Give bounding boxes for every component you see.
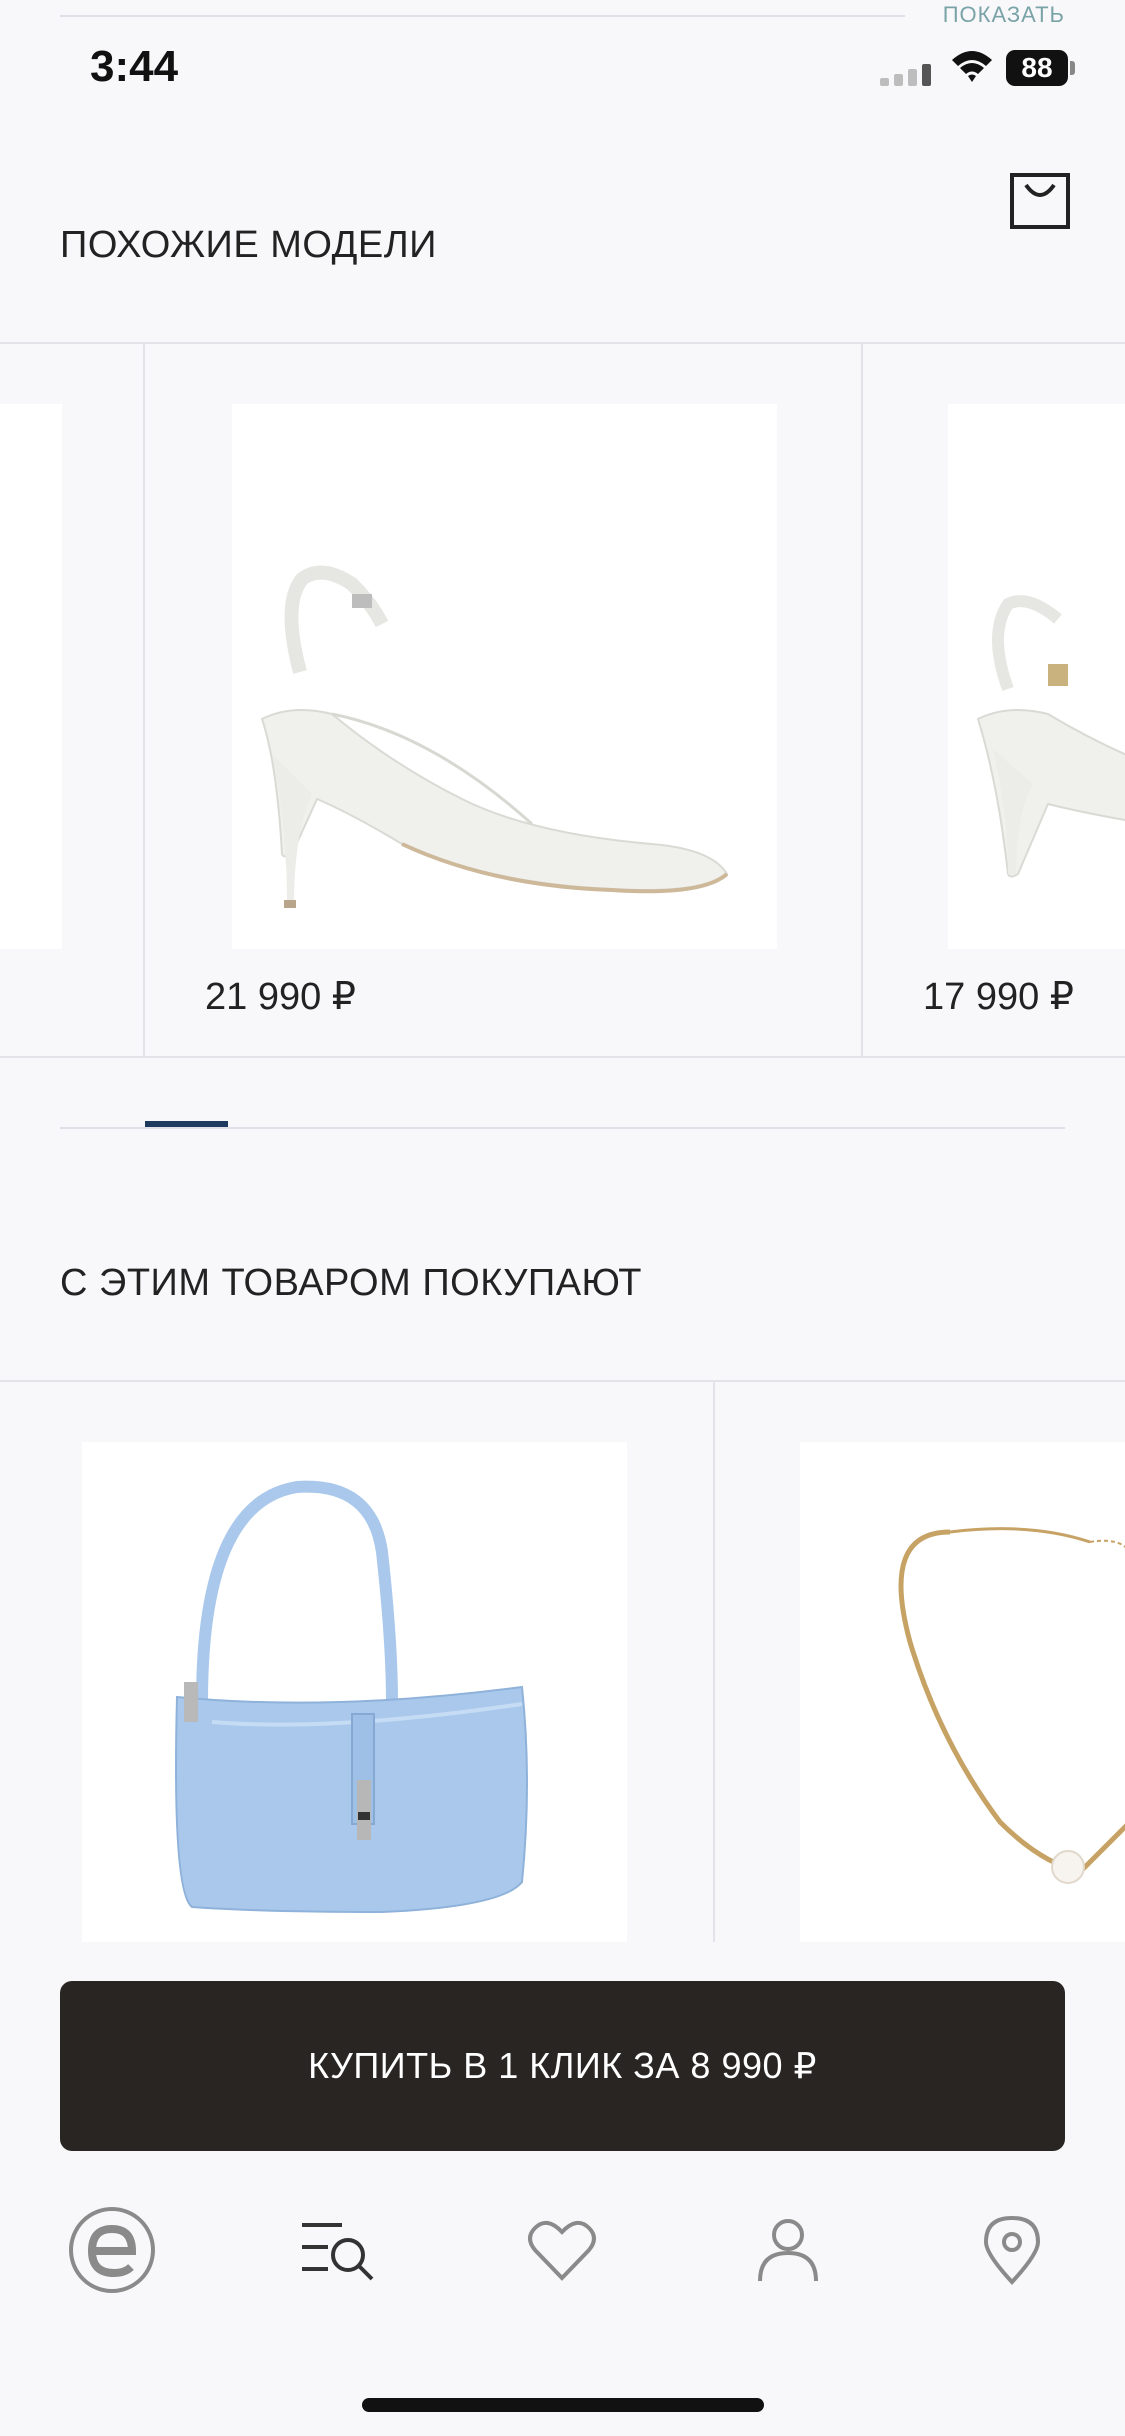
slingback-pump-image — [976, 595, 1125, 878]
carousel-scrollbar-track — [60, 1127, 1065, 1129]
carousel-scrollbar-thumb[interactable] — [145, 1121, 228, 1127]
product-price: 17 990 ₽ — [923, 976, 1074, 1018]
product-image — [0, 404, 62, 949]
product-card[interactable]: 21 990 ₽ — [143, 344, 861, 1058]
brand-logo-icon — [69, 2207, 155, 2293]
product-card[interactable] — [715, 1382, 1125, 1942]
cellular-signal-icon — [880, 64, 931, 86]
bought-with-carousel[interactable] — [0, 1380, 1125, 1942]
wifi-icon — [952, 51, 992, 82]
tab-stores[interactable] — [962, 2200, 1062, 2300]
battery-indicator: 88 — [1006, 50, 1076, 86]
product-card[interactable] — [0, 344, 145, 1058]
product-image — [232, 404, 777, 949]
status-time: 3:44 — [90, 42, 179, 91]
product-card[interactable] — [0, 1382, 715, 1942]
product-image — [948, 404, 1125, 949]
catalog-search-icon — [302, 2223, 374, 2281]
product-page: ПОКАЗАТЬ 3:44 88 ПОХОЖИЕ МОДЕЛИ 21 990 ₽… — [0, 0, 1125, 2436]
home-indicator[interactable] — [362, 2398, 764, 2412]
tab-bar — [0, 2200, 1125, 2320]
heart-icon — [528, 2220, 596, 2281]
similar-carousel[interactable]: 21 990 ₽ 17 990 ₽ — [0, 342, 1125, 1058]
product-image — [800, 1442, 1125, 1942]
bought-with-section-title: С ЭТИМ ТОВАРОМ ПОКУПАЮТ — [60, 1262, 643, 1304]
tab-home[interactable] — [62, 2200, 162, 2300]
slingback-pump-image — [260, 565, 729, 908]
divider — [60, 15, 905, 17]
battery-cap — [1070, 61, 1075, 75]
product-card[interactable]: 17 990 ₽ — [861, 344, 1125, 1058]
tab-catalog[interactable] — [288, 2200, 388, 2300]
shoulder-bag-image — [175, 1480, 528, 1914]
product-price: 21 990 ₽ — [205, 976, 356, 1018]
location-pin-icon — [983, 2215, 1041, 2285]
profile-icon — [758, 2219, 818, 2282]
sandal-image — [0, 404, 62, 949]
buy-one-click-button[interactable]: КУПИТЬ В 1 КЛИК ЗА 8 990 ₽ — [60, 1981, 1065, 2151]
tab-favorites[interactable] — [512, 2200, 612, 2300]
shopping-bag-icon[interactable] — [1008, 165, 1072, 231]
tab-profile[interactable] — [738, 2200, 838, 2300]
similar-section-title: ПОХОЖИЕ МОДЕЛИ — [60, 224, 437, 266]
pearl-necklace-image — [898, 1527, 1125, 1884]
product-image — [82, 1442, 627, 1942]
battery-level: 88 — [1006, 50, 1068, 86]
show-link[interactable]: ПОКАЗАТЬ — [943, 2, 1065, 28]
